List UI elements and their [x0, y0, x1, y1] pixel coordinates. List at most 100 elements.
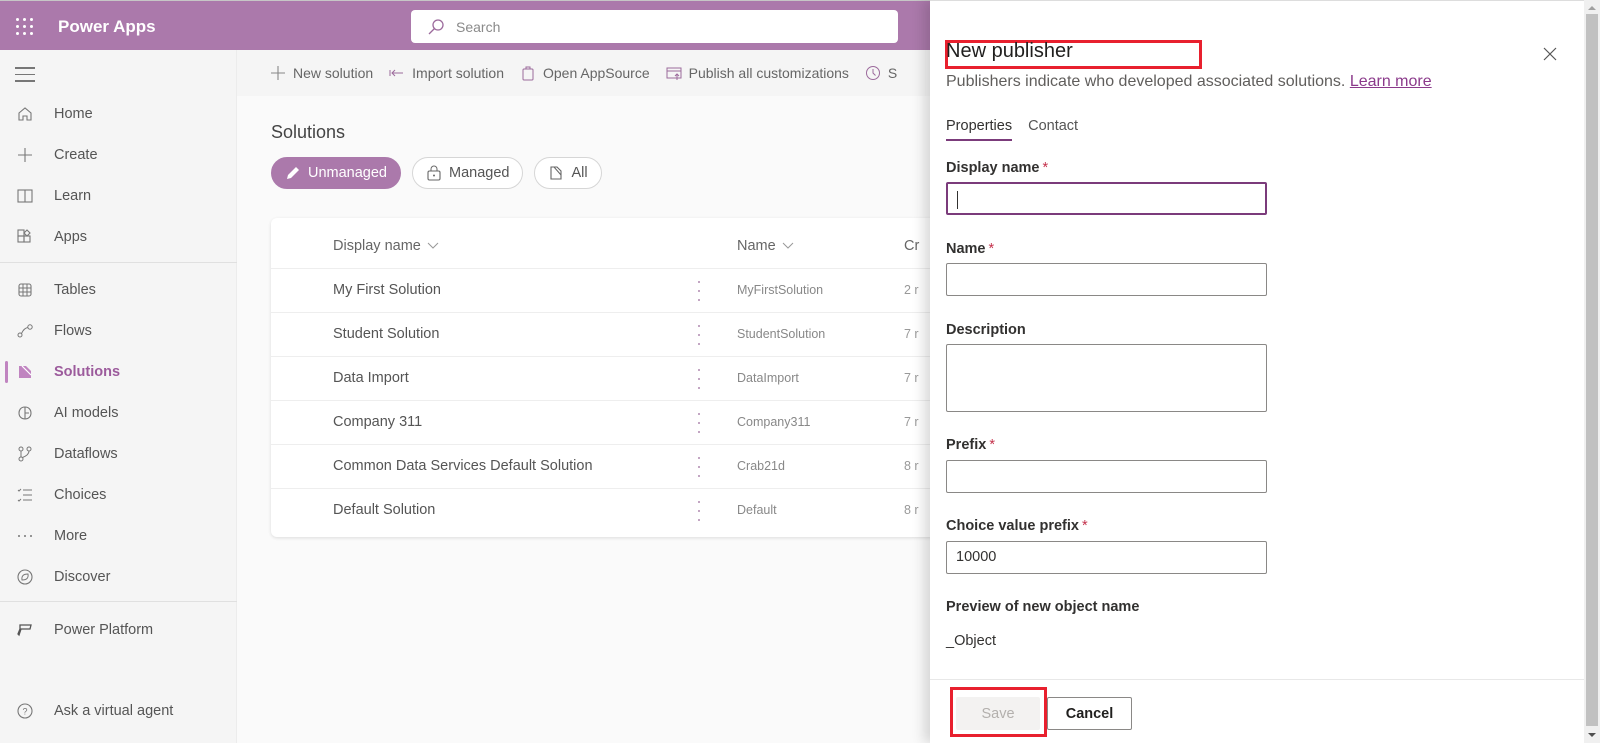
scroll-down-arrow-icon[interactable]: [1588, 733, 1596, 737]
app-launcher-icon[interactable]: [16, 18, 34, 36]
sidebar-item-home[interactable]: Home: [0, 96, 237, 132]
column-header-created[interactable]: Cr: [904, 238, 919, 254]
column-header-label: Name: [737, 238, 776, 254]
more-options-icon[interactable]: [696, 281, 702, 301]
sidebar-item-ai-models[interactable]: AI models: [0, 395, 237, 431]
tab-properties[interactable]: Properties: [946, 118, 1013, 141]
sidebar-item-label: Discover: [54, 569, 111, 585]
active-indicator: [5, 361, 8, 383]
filter-managed[interactable]: Managed: [412, 157, 524, 189]
ai-models-icon: [15, 403, 35, 423]
more-options-icon[interactable]: [696, 457, 702, 477]
table-row[interactable]: Common Data Services Default Solution Cr…: [271, 444, 951, 488]
table-row[interactable]: Default Solution Default 8 r: [271, 488, 951, 532]
sidebar-item-label: Tables: [54, 282, 96, 298]
cell-display-name[interactable]: Student Solution: [333, 326, 439, 342]
sidebar-item-learn[interactable]: Learn: [0, 178, 237, 214]
name-label: Name *: [946, 241, 994, 257]
name-field[interactable]: [946, 263, 1267, 296]
hamburger-menu-icon[interactable]: [15, 67, 35, 87]
cell-name: Company311: [737, 415, 811, 429]
cell-name: MyFirstSolution: [737, 283, 824, 297]
panel-tabs: Properties Contact: [946, 118, 1094, 141]
solutions-table: Display name Name Cr My First Solution M…: [271, 218, 951, 537]
learn-more-link[interactable]: Learn more: [1350, 73, 1432, 90]
publish-icon: [666, 67, 682, 80]
cell-display-name[interactable]: Company 311: [333, 414, 422, 430]
scrollbar-thumb[interactable]: [1586, 14, 1598, 726]
sidebar-item-solutions[interactable]: Solutions: [0, 354, 237, 390]
open-appsource-button[interactable]: Open AppSource: [520, 65, 650, 81]
table-row[interactable]: Student Solution StudentSolution 7 r: [271, 312, 951, 356]
search-input[interactable]: Search: [411, 10, 898, 43]
sidebar-item-flows[interactable]: Flows: [0, 313, 237, 349]
sidebar-item-dataflows[interactable]: Dataflows: [0, 436, 237, 472]
sidebar-item-apps[interactable]: Apps: [0, 219, 237, 255]
filter-label: Unmanaged: [308, 165, 387, 181]
sidebar-item-choices[interactable]: Choices: [0, 477, 237, 513]
publish-all-button[interactable]: Publish all customizations: [666, 65, 849, 81]
cell-display-name[interactable]: Default Solution: [333, 502, 435, 518]
book-icon: [15, 186, 35, 206]
more-options-icon[interactable]: [696, 413, 702, 433]
discover-icon: [15, 567, 35, 587]
sidebar-item-label: Learn: [54, 188, 92, 204]
description-label: Description: [946, 322, 1026, 338]
close-icon[interactable]: [1542, 46, 1558, 62]
help-chat-icon: ?: [15, 701, 35, 721]
vertical-scrollbar[interactable]: [1584, 0, 1600, 743]
sidebar-item-create[interactable]: Create: [0, 137, 237, 173]
table-row[interactable]: Data Import DataImport 7 r: [271, 356, 951, 400]
sidebar-item-discover[interactable]: Discover: [0, 559, 237, 595]
cell-created: 7 r: [904, 327, 919, 341]
command-bar: New solution Import solution Open AppSou…: [237, 50, 930, 96]
app-title[interactable]: Power Apps: [58, 17, 156, 37]
filter-label: All: [571, 165, 588, 181]
column-header-display-name[interactable]: Display name: [333, 238, 439, 254]
search-placeholder: Search: [456, 19, 501, 35]
plus-icon: [271, 66, 285, 80]
filter-label: Managed: [449, 165, 510, 181]
new-solution-button[interactable]: New solution: [270, 65, 373, 81]
sidebar-item-tables[interactable]: Tables: [0, 272, 237, 308]
page-title: Solutions: [271, 122, 346, 142]
description-field[interactable]: [946, 344, 1267, 412]
svg-text:?: ?: [22, 707, 27, 717]
cancel-button[interactable]: Cancel: [1047, 697, 1132, 730]
choice-value-prefix-value: 10000: [956, 549, 997, 565]
table-row[interactable]: My First Solution MyFirstSolution 2 r: [271, 268, 951, 312]
history-button[interactable]: S: [865, 65, 897, 81]
tab-contact[interactable]: Contact: [1028, 118, 1078, 141]
scroll-up-arrow-icon[interactable]: [1588, 6, 1596, 10]
sidebar-item-more[interactable]: More: [0, 518, 237, 554]
home-icon: [15, 104, 35, 124]
sidebar-item-label: Solutions: [54, 364, 121, 380]
sidebar: Home Create Learn Apps Tables Flows Solu…: [0, 50, 237, 743]
field-label-text: Display name: [946, 160, 1040, 176]
sidebar-item-label: Home: [54, 106, 93, 122]
new-publisher-panel: New publisher Publishers indicate who de…: [930, 0, 1584, 743]
save-button[interactable]: Save: [956, 697, 1040, 730]
sidebar-item-power-platform[interactable]: Power Platform: [0, 612, 237, 648]
sidebar-item-virtual-agent[interactable]: ? Ask a virtual agent: [0, 693, 237, 729]
solutions-icon: [15, 362, 35, 382]
more-options-icon[interactable]: [696, 501, 702, 521]
column-header-name[interactable]: Name: [737, 238, 794, 254]
cell-display-name[interactable]: My First Solution: [333, 282, 441, 298]
import-solution-label: Import solution: [412, 65, 504, 81]
display-name-field[interactable]: [946, 182, 1267, 215]
cell-display-name[interactable]: Data Import: [333, 370, 409, 386]
column-header-label: Display name: [333, 238, 421, 254]
prefix-field[interactable]: [946, 460, 1267, 493]
more-options-icon[interactable]: [696, 369, 702, 389]
import-solution-button[interactable]: Import solution: [389, 65, 504, 81]
filter-unmanaged[interactable]: Unmanaged: [271, 157, 401, 189]
lock-icon: [427, 165, 441, 181]
cell-display-name[interactable]: Common Data Services Default Solution: [333, 458, 593, 474]
choice-value-prefix-field[interactable]: 10000: [946, 541, 1267, 574]
choices-icon: [15, 485, 35, 505]
more-options-icon[interactable]: [696, 325, 702, 345]
table-row[interactable]: Company 311 Company311 7 r: [271, 400, 951, 444]
filter-all[interactable]: All: [534, 157, 602, 189]
panel-subtitle-text: Publishers indicate who developed associ…: [946, 73, 1346, 90]
